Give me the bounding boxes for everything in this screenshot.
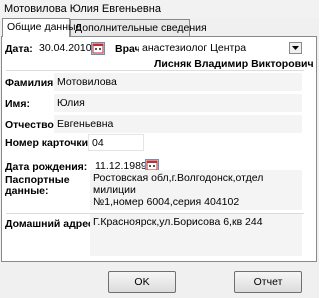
window-title: Мотовилова Юлия Евгеньевна [4, 3, 161, 15]
divider [6, 70, 304, 71]
tab-strip: Общие данные Дополнительные сведения [0, 18, 319, 37]
card-number-label: Номер карточки: [5, 137, 92, 149]
doctor-select[interactable]: анастезиолог Центра [139, 40, 289, 56]
passport-label-line2: данные: [5, 185, 49, 197]
passport-line: Ростовская обл,г.Волгодонск,отдел милици… [93, 172, 264, 196]
ok-button[interactable]: OK [108, 271, 176, 293]
doctor-name: Лисняк Владимир Викторович [154, 58, 314, 70]
surname-field[interactable]: Мотовилова [54, 73, 302, 91]
address-field[interactable]: Г.Красноярск,ул.Борисова 6,кв 244 [90, 214, 302, 256]
date-label: Дата: [5, 43, 33, 55]
address-label: Домашний адрес: [5, 218, 98, 230]
surname-label: Фамилия: [5, 77, 57, 89]
name-label: Имя: [5, 98, 30, 110]
tab-general[interactable]: Общие данные [2, 18, 81, 37]
card-number-field[interactable]: 04 [88, 134, 144, 151]
chevron-down-icon[interactable] [289, 42, 302, 54]
patronymic-field[interactable]: Евгеньевна [54, 115, 302, 133]
report-button[interactable]: Отчет [234, 271, 302, 293]
date-field[interactable]: 30.04.2010 [36, 40, 92, 56]
doctor-label: Врач [115, 43, 141, 55]
patronymic-label: Отчество [5, 119, 54, 131]
tab-panel-general: Дата: 30.04.2010 Врач анастезиолог Центр… [1, 36, 317, 262]
calendar-icon[interactable] [91, 42, 105, 55]
dialog-window: Мотовилова Юлия Евгеньевна Общие данные … [0, 0, 319, 298]
name-field[interactable]: Юлия [54, 94, 302, 112]
address-line: Г.Красноярск,ул.Борисова 6,кв 244 [93, 216, 263, 228]
passport-line: №1,номер 6004,серия 404102 [93, 196, 240, 208]
birth-date-label: Дата рождения: [5, 161, 88, 173]
tab-additional[interactable]: Дополнительные сведения [70, 19, 207, 36]
passport-field[interactable]: Ростовская обл,г.Волгодонск,отдел милици… [90, 170, 302, 210]
title-bar: Мотовилова Юлия Евгеньевна [0, 0, 319, 18]
